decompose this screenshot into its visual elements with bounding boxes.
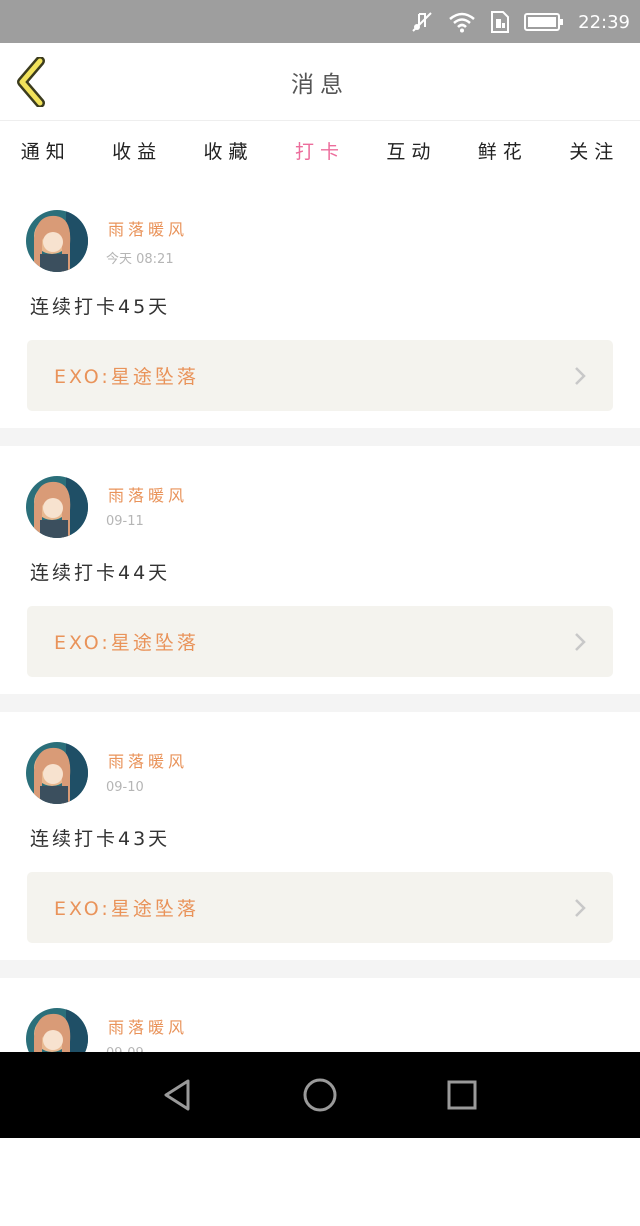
mute-icon [412, 12, 432, 32]
recents-square-icon[interactable] [444, 1077, 480, 1113]
book-title: EXO:星途坠落 [54, 366, 199, 388]
tab-label: 互动 [386, 140, 437, 163]
home-circle-icon[interactable] [302, 1077, 338, 1113]
back-triangle-icon[interactable] [160, 1077, 196, 1113]
message-time: 09-11 [106, 514, 144, 529]
tab-label: 收藏 [203, 140, 254, 163]
sim-icon [491, 11, 510, 33]
status-time: 22:39 [578, 11, 630, 33]
username[interactable]: 雨落暖风 [108, 482, 188, 506]
tab-earnings[interactable]: 收益 [101, 137, 173, 164]
message-card: 雨落暖风 09-10 连续打卡43天 EXO:星途坠落 [0, 712, 640, 960]
battery-icon [524, 13, 564, 31]
tab-notice[interactable]: 通知 [10, 137, 82, 164]
divider [0, 694, 640, 712]
avatar[interactable] [26, 210, 88, 272]
divider [0, 960, 640, 978]
tab-label: 鲜花 [477, 140, 528, 163]
chevron-right-icon [575, 633, 586, 651]
tab-label: 通知 [20, 140, 71, 163]
book-title: EXO:星途坠落 [54, 898, 199, 920]
tab-flowers[interactable]: 鲜花 [467, 137, 539, 164]
header: 消息 [0, 43, 640, 121]
wifi-icon [449, 12, 475, 33]
message-card: 雨落暖风 09-11 连续打卡44天 EXO:星途坠落 [0, 446, 640, 694]
book-link[interactable]: EXO:星途坠落 [27, 872, 613, 943]
status-bar: 22:39 [0, 0, 640, 43]
tab-interaction[interactable]: 互动 [375, 137, 447, 164]
page-title: 消息 [291, 72, 349, 98]
username[interactable]: 雨落暖风 [108, 1014, 188, 1038]
avatar[interactable] [26, 742, 88, 804]
tab-bar: 通知 收益 收藏 打卡 互动 鲜花 关注 [0, 121, 640, 188]
tab-label: 打卡 [294, 140, 345, 163]
message-time: 今天 08:21 [106, 252, 174, 267]
message-content: 连续打卡43天 [30, 828, 171, 850]
tab-favorites[interactable]: 收藏 [193, 137, 265, 164]
tab-label: 关注 [569, 140, 620, 163]
username[interactable]: 雨落暖风 [108, 216, 188, 240]
chevron-right-icon [575, 367, 586, 385]
status-icons: 22:39 [410, 8, 630, 36]
book-title: EXO:星途坠落 [54, 632, 199, 654]
message-content: 连续打卡45天 [30, 296, 171, 318]
username[interactable]: 雨落暖风 [108, 748, 188, 772]
tab-checkin[interactable]: 打卡 [284, 137, 356, 188]
book-link[interactable]: EXO:星途坠落 [27, 340, 613, 411]
tab-follow[interactable]: 关注 [558, 137, 630, 164]
divider [0, 428, 640, 446]
message-content: 连续打卡44天 [30, 562, 171, 584]
message-time: 09-10 [106, 780, 144, 795]
book-link[interactable]: EXO:星途坠落 [27, 606, 613, 677]
system-nav-bar [0, 1052, 640, 1138]
chevron-right-icon [575, 899, 586, 917]
avatar[interactable] [26, 476, 88, 538]
message-card: 雨落暖风 今天 08:21 连续打卡45天 EXO:星途坠落 [0, 180, 640, 428]
tab-label: 收益 [112, 140, 163, 163]
